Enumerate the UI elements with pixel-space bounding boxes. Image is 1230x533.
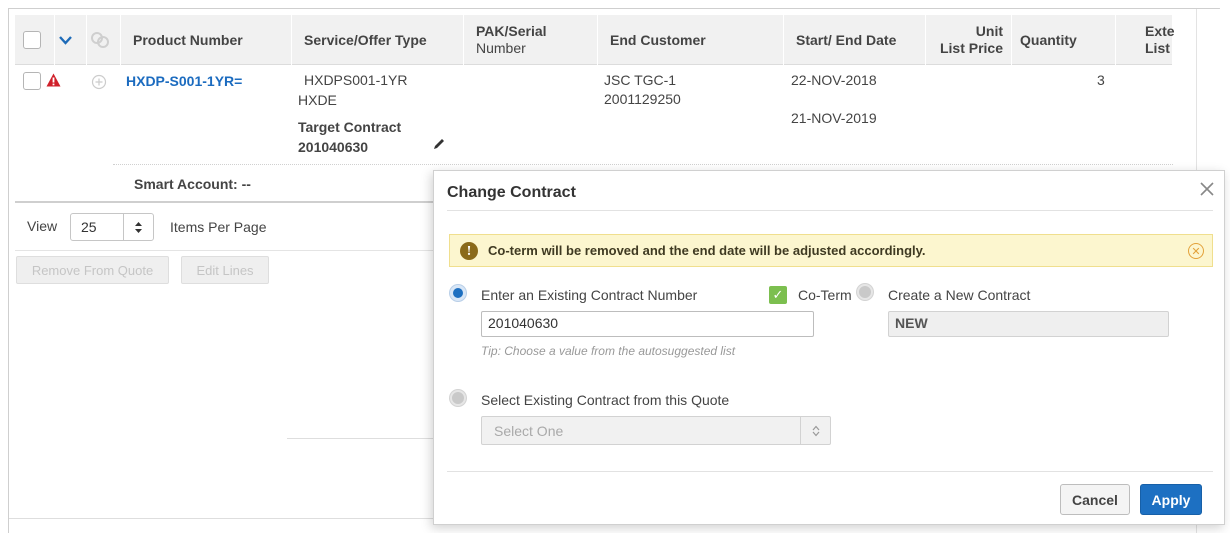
select-arrows-icon <box>135 222 142 233</box>
row-divider <box>113 164 1173 165</box>
select-divider <box>123 214 124 240</box>
start-date: 22-NOV-2018 <box>791 72 877 88</box>
col-start-end-date[interactable]: Start/ End Date <box>784 15 926 65</box>
close-icon[interactable] <box>1200 179 1214 202</box>
col-unit-line2: List Price <box>939 40 1003 56</box>
contract-number-input[interactable]: 201040630 <box>481 311 814 337</box>
dialog-title: Change Contract <box>447 184 576 201</box>
col-pak-line2: Number <box>476 40 526 56</box>
target-contract-label: Target Contract <box>298 119 402 135</box>
items-per-page-label: Items Per Page <box>170 219 267 235</box>
tip-text: Choose a value from the autosuggested li… <box>504 344 736 358</box>
page-size-select[interactable]: 25 <box>70 213 154 241</box>
add-circle-icon[interactable] <box>91 74 107 90</box>
service-type: HXDE <box>298 92 337 108</box>
table-header: Product Number Service/Offer Type PAK/Se… <box>15 15 1175 65</box>
autosuggest-tip: Tip: Choose a value from the autosuggest… <box>481 344 735 358</box>
cancel-button[interactable]: Cancel <box>1060 484 1130 515</box>
edit-pencil-icon[interactable] <box>432 137 446 151</box>
customer-id: 2001129250 <box>604 91 681 107</box>
select-placeholder: Select One <box>494 422 564 439</box>
dismiss-alert-icon[interactable]: ✕ <box>1188 243 1204 259</box>
table-bottom-border <box>15 201 433 203</box>
col-quantity[interactable]: Quantity <box>1012 15 1116 65</box>
quote-contract-label: Select Existing Contract from this Quote <box>481 392 730 408</box>
coterm-alert: ! Co-term will be removed and the end da… <box>449 234 1213 267</box>
target-contract-value: 201040630 <box>298 139 369 155</box>
customer-name: JSC TGC-1 <box>604 72 677 88</box>
link-icon <box>91 32 109 48</box>
select-arrows-icon <box>800 417 830 444</box>
link-column-cell <box>87 15 121 65</box>
col-pak-line1: PAK/Serial <box>476 23 547 39</box>
col-ext-line1: Exte <box>1145 23 1175 39</box>
row-checkbox[interactable] <box>23 72 41 90</box>
change-contract-dialog: Change Contract ! Co-term will be remove… <box>433 170 1225 525</box>
new-contract-radio[interactable] <box>857 284 873 300</box>
warning-icon[interactable] <box>46 73 61 87</box>
tip-prefix: Tip: <box>481 344 501 358</box>
view-label: View <box>27 218 58 234</box>
coterm-checkbox[interactable]: ✓ <box>769 286 787 304</box>
divider <box>287 438 433 439</box>
new-contract-label: Create a New Contract <box>888 287 1031 303</box>
info-icon: ! <box>460 241 478 260</box>
apply-button[interactable]: Apply <box>1140 484 1202 515</box>
col-pak-serial[interactable]: PAK/Serial Number <box>464 15 598 65</box>
col-service-type[interactable]: Service/Offer Type <box>292 15 464 65</box>
smart-account: Smart Account: -- <box>134 176 251 192</box>
pager-divider <box>15 250 433 251</box>
page-size-value: 25 <box>81 219 97 235</box>
chevron-down-icon[interactable] <box>59 33 72 48</box>
end-date: 21-NOV-2019 <box>791 110 877 126</box>
select-all-cell <box>15 15 55 65</box>
quote-contract-select[interactable]: Select One <box>481 416 831 445</box>
col-product-number[interactable]: Product Number <box>121 15 292 65</box>
bulk-actions-cell <box>55 15 87 65</box>
alert-message: Co-term will be removed and the end date… <box>488 243 926 258</box>
dialog-footer-divider <box>447 471 1213 472</box>
new-contract-input[interactable]: NEW <box>888 311 1169 337</box>
col-end-customer[interactable]: End Customer <box>598 15 784 65</box>
quantity-value: 3 <box>1097 72 1105 88</box>
service-code: HXDPS001-1YR <box>304 72 408 88</box>
edit-lines-button[interactable]: Edit Lines <box>181 256 269 284</box>
col-unit-list-price[interactable]: Unit List Price <box>926 15 1012 65</box>
divider <box>9 518 433 519</box>
select-all-checkbox[interactable] <box>23 31 41 49</box>
col-unit-line1: Unit <box>975 23 1003 39</box>
existing-contract-label: Enter an Existing Contract Number <box>481 287 698 303</box>
col-ext-line2: List <box>1145 40 1170 56</box>
col-extended-list[interactable]: Exte List <box>1116 15 1175 65</box>
product-number-link[interactable]: HXDP-S001-1YR= <box>126 73 242 89</box>
coterm-label: Co-Term <box>798 287 852 303</box>
remove-from-quote-button[interactable]: Remove From Quote <box>16 256 169 284</box>
quote-contract-radio[interactable] <box>450 390 466 406</box>
existing-contract-radio[interactable] <box>450 285 466 301</box>
dialog-divider <box>447 210 1213 211</box>
